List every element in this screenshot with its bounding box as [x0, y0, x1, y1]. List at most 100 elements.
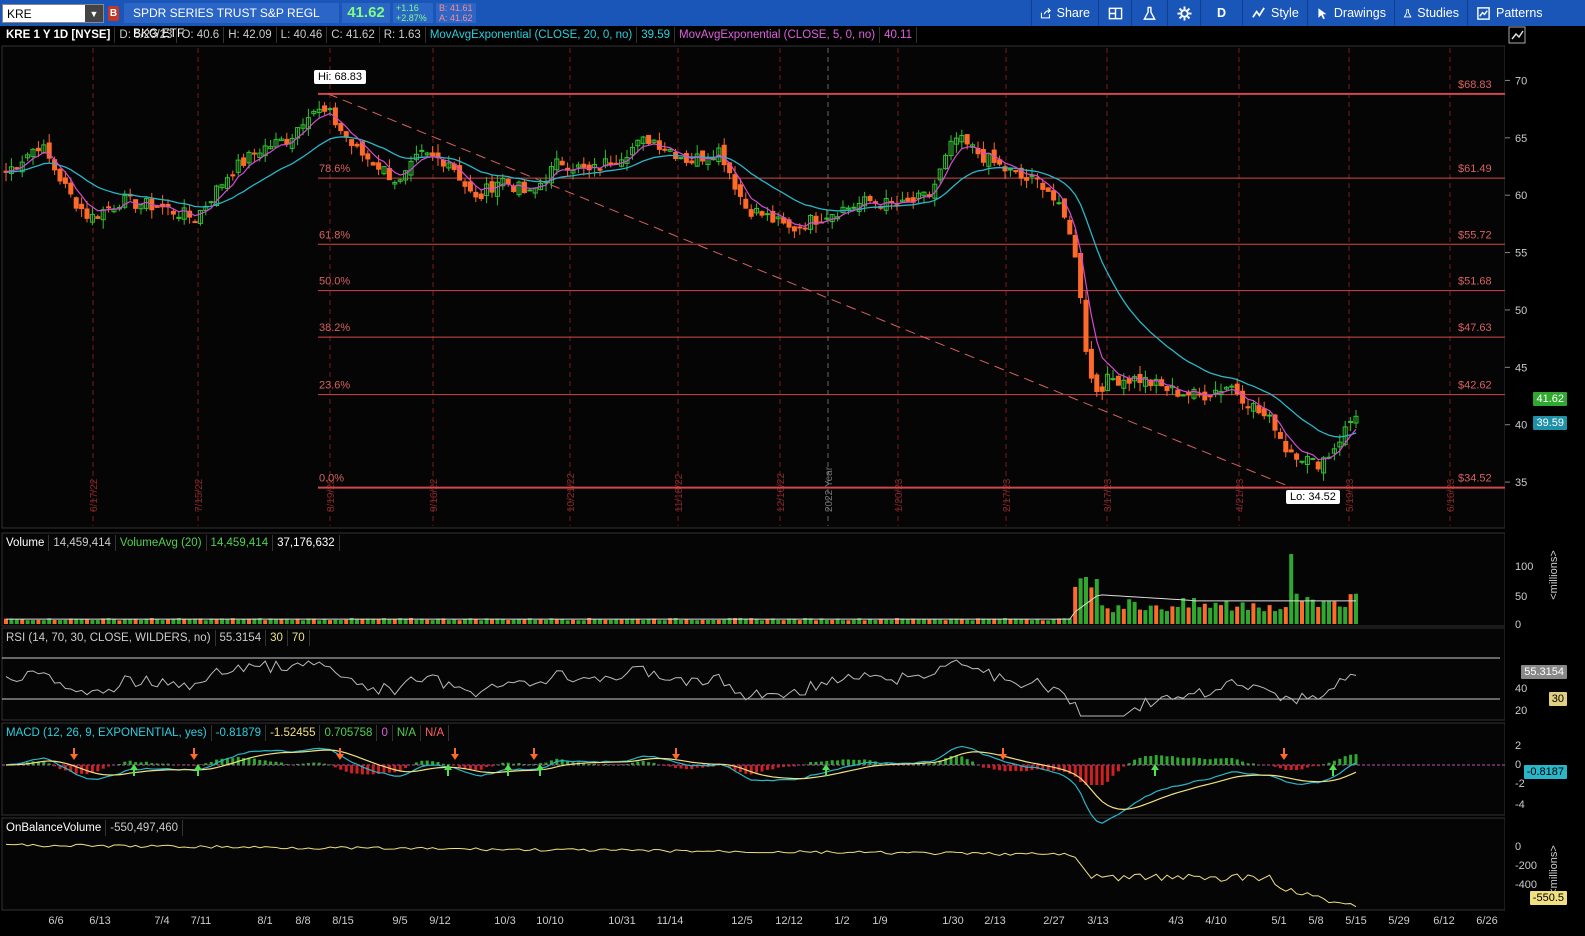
macd-histogram-bar [630, 762, 634, 765]
volume-label[interactable]: Volume [2, 535, 50, 551]
candle-body [68, 182, 74, 195]
macd-histogram-bar [852, 759, 856, 765]
volume-bar [1046, 620, 1051, 624]
volume-bar [52, 620, 57, 624]
macd-histogram-bar [533, 763, 537, 765]
candle-body [1348, 420, 1354, 423]
symbol-input[interactable] [3, 5, 85, 22]
macd-histogram-bar [674, 765, 678, 769]
rsi-high: 70 [288, 630, 310, 646]
macd-histogram-bar [317, 762, 321, 765]
macd-histogram-bar [85, 765, 89, 775]
macd-tick-label: 2 [1515, 740, 1521, 752]
candle-body [1240, 390, 1246, 404]
volume-bar [14, 619, 19, 624]
share-button[interactable]: Share [1031, 0, 1098, 26]
patterns-label: Patterns [1496, 6, 1543, 20]
candle-body [1256, 405, 1262, 414]
volume-bar [41, 620, 46, 624]
macd-histogram-bar [679, 765, 683, 769]
candle-body [1310, 458, 1316, 461]
ema5-value: 40.11 [880, 27, 917, 43]
macd-histogram-bar [193, 765, 197, 766]
macd-histogram-bar [792, 765, 796, 767]
macd-histogram-bar [1197, 758, 1201, 765]
candle-body [1007, 168, 1013, 171]
macd-histogram-bar [841, 759, 845, 765]
macd-histogram-bar [144, 761, 148, 765]
x-axis-label: 11/14 [657, 915, 684, 927]
volume-bar [490, 619, 494, 624]
candle-body [1180, 394, 1186, 397]
macd-histogram-bar [474, 765, 478, 771]
macd-histogram-bar [830, 760, 834, 765]
macd-histogram-bar [1095, 765, 1099, 785]
ema5-legend[interactable]: MovAvgExponential (CLOSE, 5, 0, no) [675, 27, 881, 43]
macd-histogram-bar [1014, 765, 1018, 771]
volume-bar [938, 619, 943, 624]
chevron-down-icon[interactable]: ▼ [85, 5, 103, 22]
candle-body [430, 152, 436, 157]
style-button[interactable]: Style [1242, 0, 1307, 26]
macd-histogram-bar [1235, 759, 1239, 765]
change-percent: +2.87% [396, 13, 427, 23]
macd-histogram-bar [1327, 762, 1331, 765]
rsi-label[interactable]: RSI (14, 70, 30, CLOSE, WILDERS, no) [2, 630, 216, 646]
macd-histogram-bar [954, 755, 958, 765]
volume-bar [1289, 554, 1294, 624]
macd-histogram-bar [182, 764, 186, 765]
x-axis-label: 10/3 [494, 915, 515, 927]
volume-bar [1278, 609, 1283, 624]
chart-canvas[interactable]: 6/17/22 7/15/22 8/19/22 9/16/22 10/21/22 11/1… [0, 26, 1585, 936]
month-label: 6/16/23 [1446, 478, 1457, 512]
aggregation-button[interactable]: D [1200, 0, 1242, 26]
volume-bar [603, 619, 608, 624]
patterns-button[interactable]: Patterns [1467, 0, 1557, 26]
month-label: 3/17/23 [1103, 478, 1114, 512]
volume-bar [1116, 605, 1121, 624]
candle-body [1045, 187, 1051, 192]
style-label: Style [1271, 6, 1299, 20]
studies-label: Studies [1417, 6, 1459, 20]
macd-histogram-bar [1122, 765, 1126, 767]
x-axis-label: 2/27 [1043, 915, 1064, 927]
drawings-label: Drawings [1333, 6, 1386, 20]
volume-bar [927, 619, 932, 624]
candle-body [678, 157, 684, 160]
candle-body [1261, 408, 1267, 417]
macd-histogram-bar [209, 762, 213, 765]
price-tick-label: 55 [1515, 248, 1527, 260]
price-tick-label: 70 [1515, 75, 1527, 87]
macd-histogram-bar [1338, 758, 1342, 765]
x-axis-label: 12/5 [731, 915, 752, 927]
macd-tag: -0.8187 [1523, 765, 1567, 779]
x-axis-label: 12/12 [775, 915, 803, 927]
flexible-grid-button[interactable] [1098, 0, 1131, 26]
volume-bar [533, 619, 538, 624]
flask-button[interactable] [1131, 0, 1167, 26]
month-label: 6/17/22 [89, 478, 100, 512]
candle-body [478, 193, 484, 199]
x-axis-label: 1/9 [872, 915, 887, 927]
volume-bar [58, 620, 62, 624]
macd-histogram-bar [1230, 758, 1234, 765]
settings-button[interactable] [1167, 0, 1200, 26]
studies-button[interactable]: Studies [1394, 0, 1467, 26]
rsi-value: 55.3154 [216, 630, 267, 646]
obv-label[interactable]: OnBalanceVolume [2, 820, 107, 836]
volume-bar [781, 620, 786, 624]
month-label: 9/16/22 [429, 478, 440, 512]
ema20-legend[interactable]: MovAvgExponential (CLOSE, 20, 0, no) [426, 27, 638, 43]
volume-bar [846, 620, 851, 624]
rsi-low: 30 [266, 630, 288, 646]
low-label: Lo: 34.52 [1286, 490, 1340, 504]
volume-bar [884, 619, 889, 624]
volume-avg-label[interactable]: VolumeAvg (20) [116, 535, 207, 551]
volume-bar [1197, 607, 1202, 624]
symbol-field[interactable]: ▼ [2, 4, 104, 23]
macd-label[interactable]: MACD (12, 26, 9, EXPONENTIAL, yes) [2, 725, 212, 741]
macd-histogram-bar [1300, 765, 1304, 770]
volume-bar [31, 620, 35, 624]
drawings-button[interactable]: Drawings [1307, 0, 1394, 26]
macd-histogram-bar [1192, 757, 1196, 765]
